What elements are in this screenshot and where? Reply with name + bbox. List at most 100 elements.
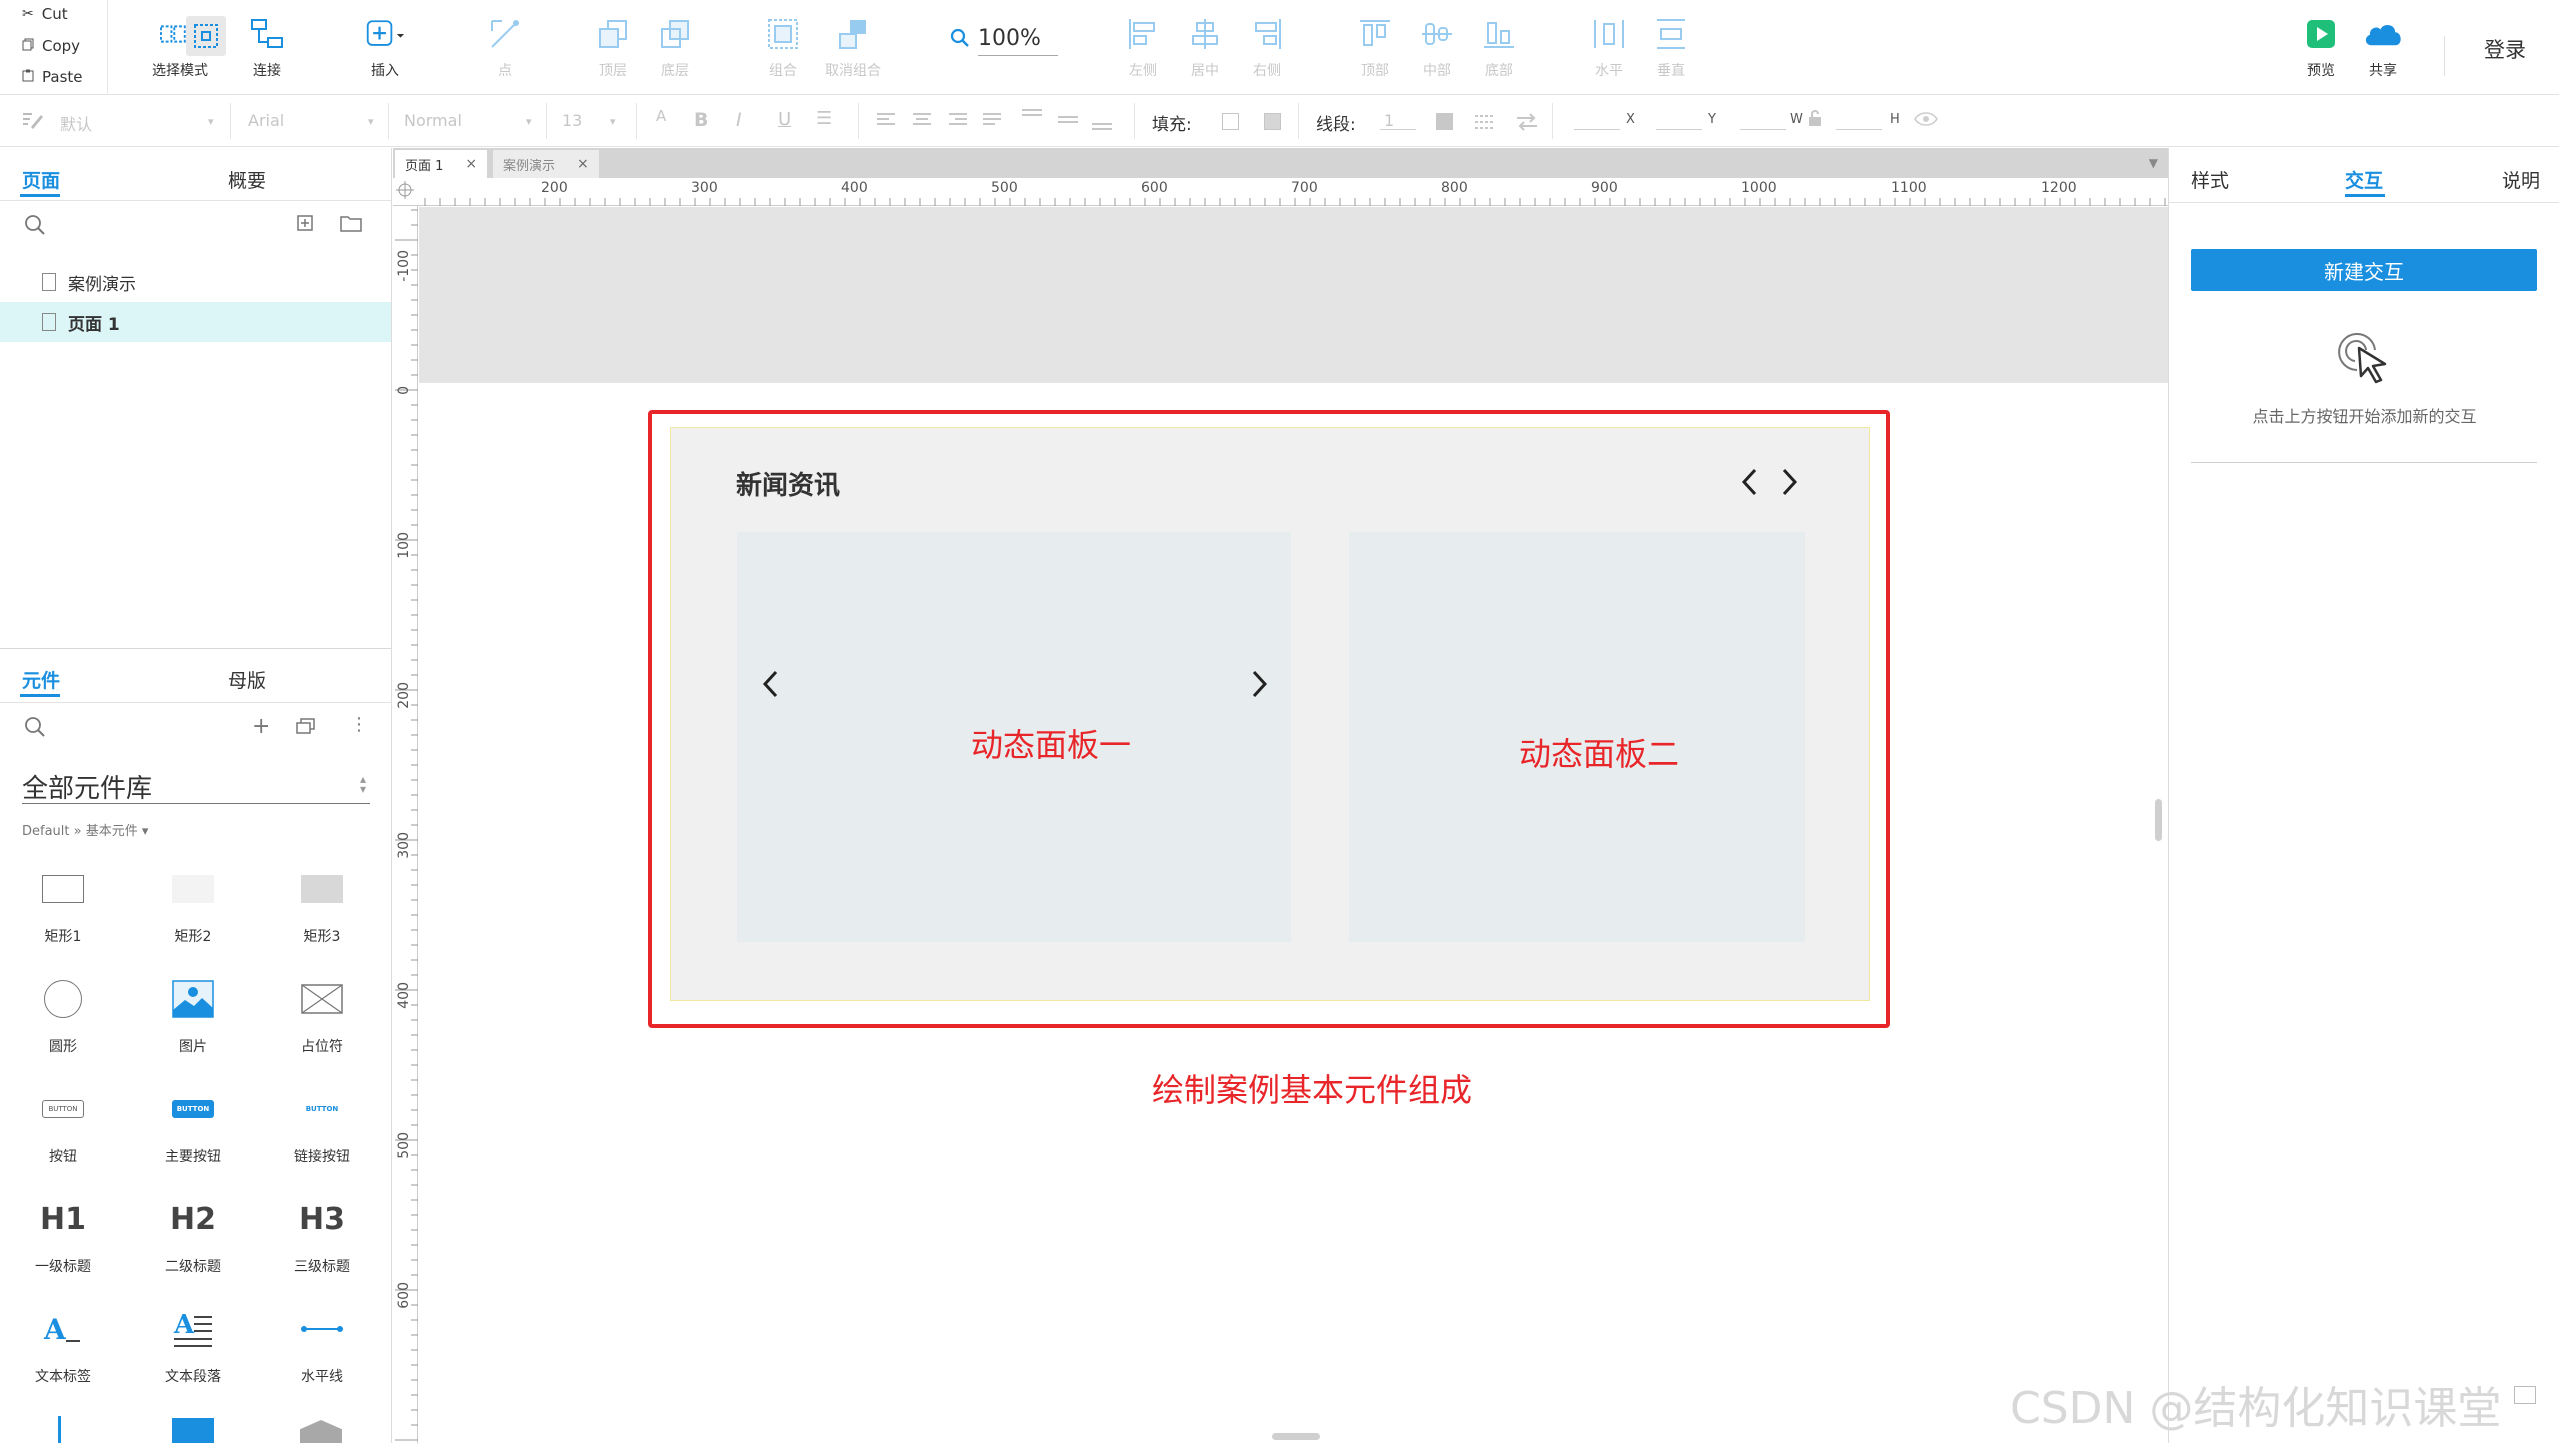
widget-rectangle1[interactable]: 矩形1 xyxy=(13,858,113,958)
widget-horizontal-line[interactable]: 水平线 xyxy=(272,1298,372,1398)
library-select[interactable]: 全部元件库 ▴ ▾ xyxy=(22,768,370,804)
font-color-icon[interactable]: A xyxy=(656,107,666,125)
y-input[interactable] xyxy=(1656,129,1702,130)
send-to-back-button[interactable]: 底层 xyxy=(630,14,720,84)
more-options-icon[interactable]: ⋮ xyxy=(350,714,368,735)
bullet-list-icon[interactable]: ☰ xyxy=(816,108,832,129)
chevron-right-icon[interactable] xyxy=(1251,669,1269,703)
point-button[interactable]: 点 xyxy=(460,14,550,84)
widget-h2[interactable]: H2 二级标题 xyxy=(143,1188,243,1288)
tab-masters[interactable]: 母版 xyxy=(228,666,266,693)
page-item-case-demo[interactable]: 案例演示 xyxy=(0,262,391,302)
align-center-icon xyxy=(1185,14,1225,54)
gray-banner-shape[interactable] xyxy=(419,207,2168,383)
search-icon[interactable] xyxy=(24,214,46,240)
bold-icon[interactable]: B xyxy=(694,109,708,131)
expand-corner-icon[interactable] xyxy=(2514,1386,2536,1404)
paste-button[interactable]: Paste xyxy=(22,68,83,86)
valign-middle-icon[interactable] xyxy=(1056,107,1080,135)
connect-button[interactable]: 连接 xyxy=(222,14,312,84)
insert-button[interactable]: 插入 xyxy=(340,14,430,84)
chevron-left-icon[interactable] xyxy=(1740,467,1758,501)
tab-case-demo[interactable]: 案例演示 × xyxy=(493,150,599,178)
widget-primary-button[interactable]: BUTTON 主要按钮 xyxy=(143,1078,243,1178)
align-bottom-button[interactable]: 底部 xyxy=(1454,14,1544,84)
cut-button[interactable]: ✂ Cut xyxy=(22,5,68,23)
svg-text:A: A xyxy=(173,1310,195,1340)
copy-button[interactable]: Copy xyxy=(22,37,80,55)
widget-text-paragraph[interactable]: A 文本段落 xyxy=(143,1298,243,1398)
share-button[interactable]: 共享 xyxy=(2338,14,2428,84)
select-box-toggle[interactable] xyxy=(186,16,226,56)
font-weight-select[interactable]: Normal xyxy=(404,111,462,130)
close-icon[interactable]: × xyxy=(465,156,477,172)
widget-placeholder[interactable]: 占位符 xyxy=(272,968,372,1068)
tab-widgets[interactable]: 元件 xyxy=(22,666,60,693)
library-stack-icon[interactable] xyxy=(296,718,316,740)
valign-bottom-icon[interactable] xyxy=(1090,107,1114,135)
distribute-vertical-button[interactable]: 垂直 xyxy=(1626,14,1716,84)
zoom-select[interactable]: 100% xyxy=(950,26,1058,56)
tab-pages[interactable]: 页面 xyxy=(22,166,60,193)
add-page-icon[interactable] xyxy=(296,214,314,236)
layers-widget-icon[interactable] xyxy=(300,1420,342,1443)
vertical-line-widget-icon[interactable] xyxy=(58,1416,61,1443)
style-select[interactable]: 默认 xyxy=(60,111,92,135)
hotspot-widget-icon[interactable] xyxy=(172,1418,214,1443)
widget-text-label[interactable]: A 文本标签 xyxy=(13,1298,113,1398)
tab-outline[interactable]: 概要 xyxy=(228,166,266,193)
underline-icon[interactable]: U xyxy=(778,109,791,130)
widget-button[interactable]: BUTTON 按钮 xyxy=(13,1078,113,1178)
login-button[interactable]: 登录 xyxy=(2484,34,2526,64)
tab-interactions[interactable]: 交互 xyxy=(2345,166,2383,193)
tab-notes[interactable]: 说明 xyxy=(2502,166,2540,193)
horizontal-scrollbar[interactable] xyxy=(1272,1433,1320,1440)
new-interaction-button[interactable]: 新建交互 xyxy=(2191,249,2537,291)
close-icon[interactable]: × xyxy=(577,156,589,172)
widget-rectangle3[interactable]: 矩形3 xyxy=(272,858,372,958)
align-right-button[interactable]: 右侧 xyxy=(1222,14,1312,84)
ungroup-button[interactable]: 取消组合 xyxy=(808,14,898,84)
arrow-style-icon[interactable] xyxy=(1516,112,1538,136)
design-canvas[interactable]: 新闻资讯 动态面板一 动态面板二 绘制案例基本元件组成 xyxy=(419,207,2168,1443)
chevron-right-icon[interactable] xyxy=(1781,467,1799,501)
search-icon[interactable] xyxy=(24,716,46,742)
widget-h3[interactable]: H3 三级标题 xyxy=(272,1188,372,1288)
fill-color-swatch[interactable] xyxy=(1222,113,1239,130)
vertical-scrollbar[interactable] xyxy=(2155,799,2162,841)
fill-shadow-swatch[interactable] xyxy=(1264,113,1281,130)
widget-h1[interactable]: H1 一级标题 xyxy=(13,1188,113,1288)
width-input[interactable] xyxy=(1740,129,1786,130)
text-align-center-icon[interactable] xyxy=(912,112,932,132)
style-edit-icon[interactable] xyxy=(22,111,44,133)
h1-icon: H1 xyxy=(40,1201,86,1237)
add-library-icon[interactable]: + xyxy=(252,714,270,739)
visibility-eye-icon[interactable] xyxy=(1914,111,1938,131)
valign-top-icon[interactable] xyxy=(1020,107,1044,135)
page-item-page-1[interactable]: 页面 1 xyxy=(0,302,391,342)
widget-image[interactable]: 图片 xyxy=(143,968,243,1068)
italic-icon[interactable]: I xyxy=(736,109,742,131)
text-align-left-icon[interactable] xyxy=(876,112,896,132)
tab-menu-chevron-icon[interactable]: ▼ xyxy=(2149,156,2158,170)
stroke-width-input[interactable]: 1 xyxy=(1384,111,1394,130)
text-justify-icon[interactable] xyxy=(982,112,1002,132)
news-title[interactable]: 新闻资讯 xyxy=(736,465,840,502)
lock-aspect-icon[interactable] xyxy=(1808,109,1822,131)
stroke-color-swatch[interactable] xyxy=(1436,113,1453,130)
height-input[interactable] xyxy=(1836,129,1882,130)
widget-circle[interactable]: 圆形 xyxy=(13,968,113,1068)
align-bottom-icon xyxy=(1479,14,1519,54)
widget-link-button[interactable]: BUTTON 链接按钮 xyxy=(272,1078,372,1178)
x-input[interactable] xyxy=(1574,129,1620,130)
text-align-right-icon[interactable] xyxy=(948,112,968,132)
widget-rectangle2[interactable]: 矩形2 xyxy=(143,858,243,958)
tab-style[interactable]: 样式 xyxy=(2191,166,2229,193)
chevron-left-icon[interactable] xyxy=(761,669,779,703)
font-select[interactable]: Arial xyxy=(248,111,284,130)
tab-page-1[interactable]: 页面 1 × xyxy=(395,150,488,178)
stroke-pattern-icon[interactable] xyxy=(1474,112,1496,136)
library-path[interactable]: Default » 基本元件 ▾ xyxy=(22,820,148,839)
font-size-select[interactable]: 13 xyxy=(562,111,582,130)
add-folder-icon[interactable] xyxy=(340,214,362,236)
